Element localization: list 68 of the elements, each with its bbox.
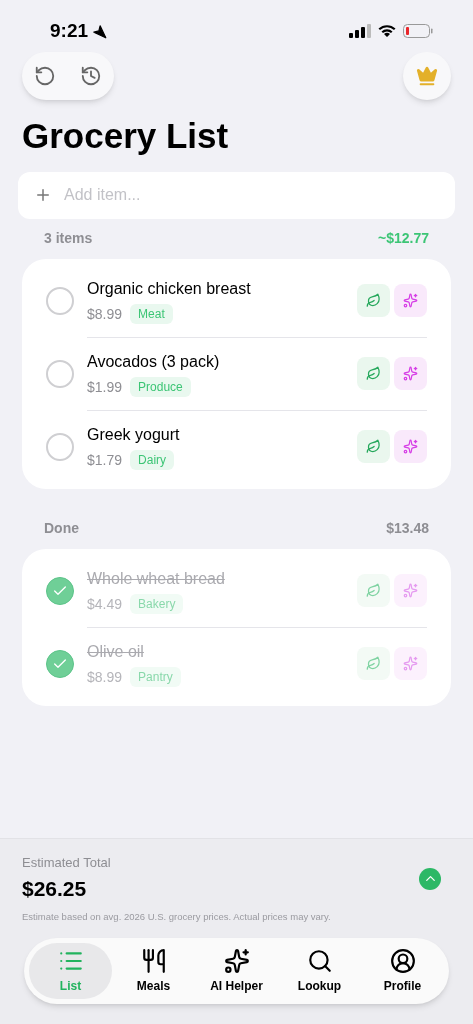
section-total: $13.48 [386,519,429,539]
leaf-icon [366,293,381,309]
profile-icon [389,947,416,974]
item-name: Avocados (3 pack) [87,351,221,372]
section-total: ~$12.77 [378,229,429,249]
leaf-button[interactable] [357,284,390,318]
item-price: $1.79 [87,450,123,470]
fork-knife-icon [140,947,167,974]
undo-icon [34,65,56,87]
tab[interactable]: AI Helper [195,943,278,1000]
leaf-icon [366,583,381,599]
leaf-button[interactable] [357,647,390,681]
battery-icon [403,24,433,38]
leaf-icon [366,366,381,382]
checkbox[interactable] [46,649,74,678]
sparkles-icon [403,656,418,672]
sparkles-icon [223,947,250,974]
checkbox[interactable] [46,577,74,606]
disclaimer-text: Estimate based on avg. 2026 U.S. grocery prices. Actual prices may vary. [22,910,332,924]
ai-button[interactable] [394,284,427,318]
category-tag: Meat [130,304,173,325]
leaf-button[interactable] [357,574,390,608]
checkbox[interactable] [46,432,74,461]
leaf-button[interactable] [357,357,390,391]
ai-button[interactable] [394,430,427,464]
section-label: Done [44,519,79,539]
checkbox[interactable] [46,360,74,389]
expand-button[interactable] [419,867,441,890]
category-tag: Bakery [130,594,184,615]
premium-button[interactable] [403,52,451,100]
category-tag: Produce [130,377,191,398]
sparkles-icon [403,366,418,382]
location-icon [92,23,108,39]
item-price: $1.99 [87,377,123,397]
crown-icon [416,65,438,87]
add-item-field[interactable]: Add item... [18,171,455,219]
history-icon [80,65,102,87]
item-price: $8.99 [87,667,123,687]
item-name: Organic chicken breast [87,278,252,299]
tab[interactable]: Profile [361,943,444,1000]
wifi-icon [377,24,397,38]
search-icon [306,947,333,974]
sparkles-icon [403,293,418,309]
item-name: Whole wheat bread [87,568,226,589]
signal-icon [349,24,371,38]
ai-button[interactable] [394,357,427,391]
item-price: $8.99 [87,304,123,324]
ai-button[interactable] [394,647,427,681]
sparkles-icon [403,439,418,455]
item-name: Greek yogurt [87,424,181,445]
add-item-input[interactable]: Add item... [64,183,439,208]
item-name: Olive oil [87,641,145,662]
ai-button[interactable] [394,574,427,608]
item-price: $4.49 [87,594,123,614]
page-title: Grocery List [21,115,230,157]
tab[interactable]: Meals [112,943,195,1000]
category-tag: Pantry [130,667,181,688]
checkbox[interactable] [46,287,74,316]
leaf-button[interactable] [357,430,390,464]
category-tag: Dairy [130,450,175,471]
section-label: 3 items [44,229,93,249]
total-amount: $26.25 [22,875,88,902]
leaf-icon [366,656,381,672]
status-time: 9:21 [50,18,89,43]
sparkles-icon [403,583,418,599]
total-label: Estimated Total [22,854,111,872]
leaf-icon [366,439,381,455]
tab[interactable]: Lookup [278,943,361,1000]
